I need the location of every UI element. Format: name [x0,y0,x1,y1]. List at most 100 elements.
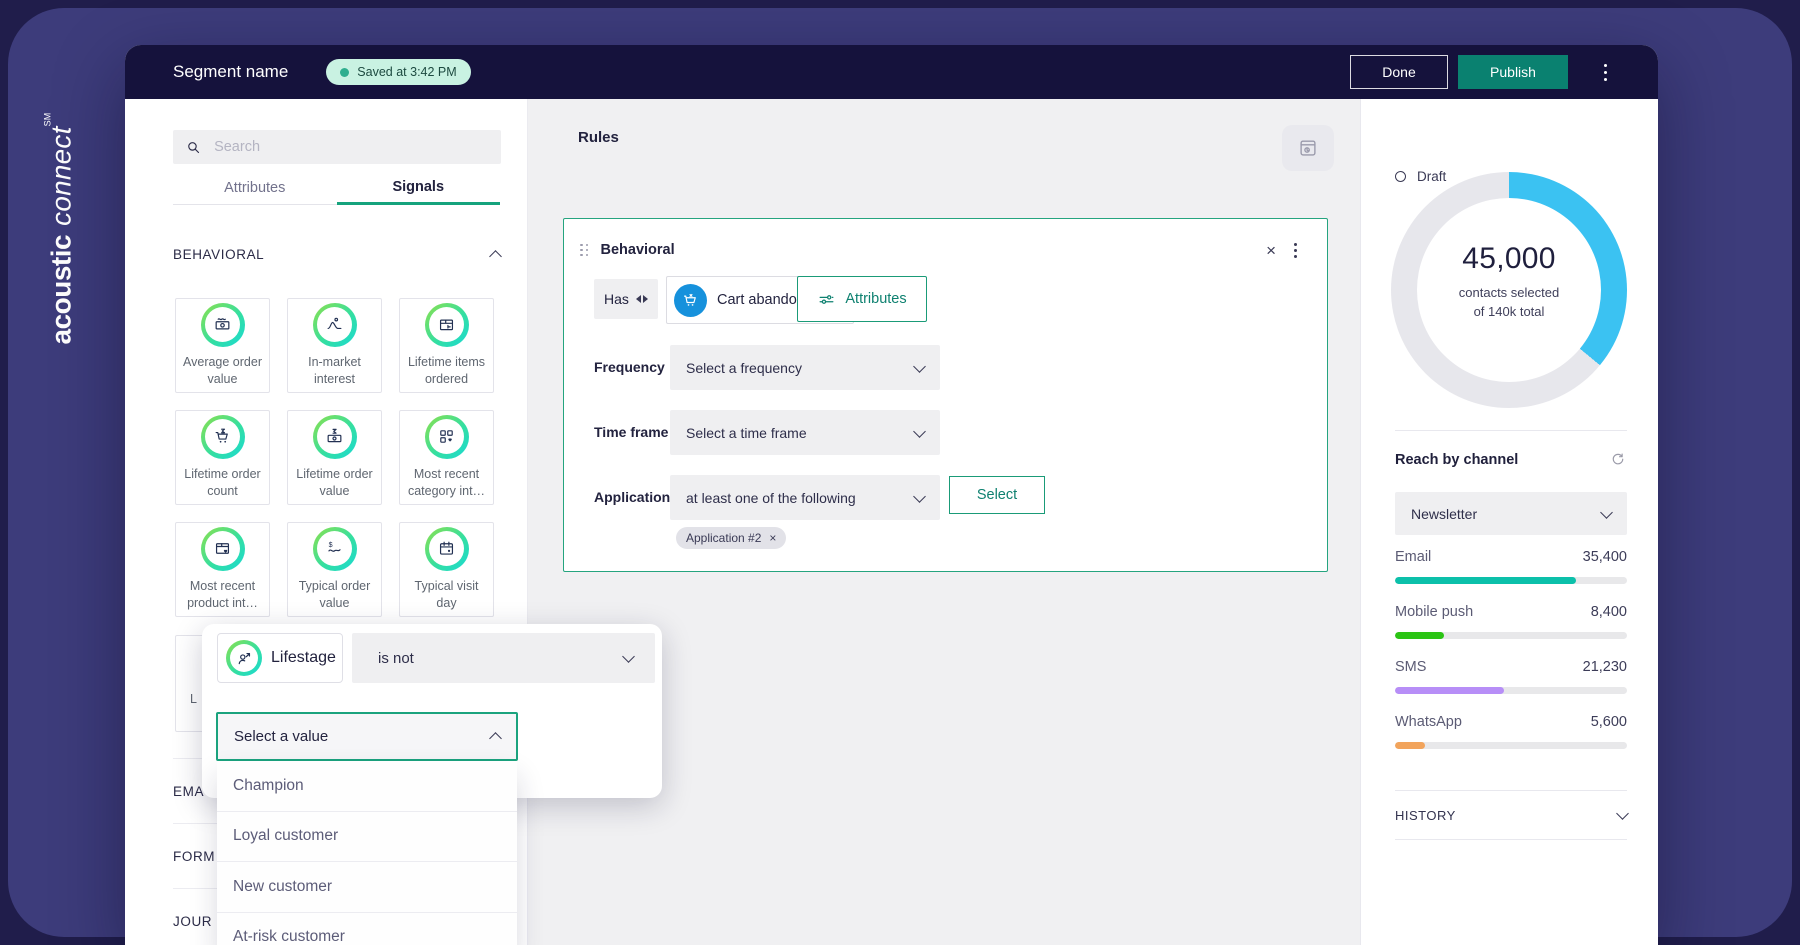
section-behavioral-header[interactable]: BEHAVIORAL [173,247,500,262]
attributes-button-label: Attributes [845,291,906,307]
channel-bar-fill [1395,687,1504,694]
tab-attributes[interactable]: Attributes [173,171,337,205]
signal-card[interactable]: In-market interest [287,298,382,393]
saved-badge-label: Saved at 3:42 PM [357,65,456,79]
saved-dot-icon [340,68,349,77]
operator-select-value: is not [378,650,414,667]
application-select-value: at least one of the following [686,490,856,506]
estimate-button[interactable] [1282,125,1334,171]
channel-value: 8,400 [1591,604,1627,620]
signal-card[interactable]: Most recent category int… [399,410,494,505]
signal-card-label: Most recent category int… [400,466,493,501]
operator-label: Has [604,291,629,307]
signal-card[interactable]: Average order value [175,298,270,393]
chevron-down-icon [913,425,926,438]
publish-button[interactable]: Publish [1458,55,1568,89]
section-behavioral-label: BEHAVIORAL [173,247,264,262]
application-chip-label: Application #2 [686,531,761,545]
estimate-icon [1297,137,1319,159]
saved-status-badge: Saved at 3:42 PM [326,59,470,85]
operator-toggle[interactable]: Has [594,279,658,319]
attribute-chip-label: Lifestage [271,649,336,667]
value-select-placeholder: Select a value [234,728,328,745]
channel-reach-list: Email35,400Mobile push8,400SMS21,230What… [1395,547,1627,767]
channel-label: Mobile push [1395,604,1473,620]
application-select-button[interactable]: Select [949,476,1045,514]
search-input[interactable] [212,138,489,156]
interest-curve-icon [313,303,357,347]
dropdown-option-new-customer[interactable]: New customer [217,861,517,912]
rules-canvas: Rules Behavioral × Has [527,99,1360,945]
operator-select[interactable]: is not [352,633,655,683]
signal-card-label: Lifetime order count [176,466,269,501]
refresh-icon[interactable] [1609,451,1627,469]
done-button[interactable]: Done [1350,55,1448,89]
signal-card-label: Typical order value [288,578,381,613]
cart-abandonment-icon [674,284,707,317]
contacts-caption-1: contacts selected [1391,284,1627,303]
page-background: acousticconnectSM Segment name Saved at … [0,0,1800,945]
app-window: Segment name Saved at 3:42 PM Done Publi… [125,45,1658,945]
tab-signals[interactable]: Signals [337,171,501,205]
draft-status-icon [1395,171,1406,182]
history-section-header[interactable]: HISTORY [1395,790,1627,840]
timeframe-select[interactable]: Select a time frame [670,410,940,455]
dropdown-option-loyal-customer[interactable]: Loyal customer [217,811,517,862]
dropdown-option-champion[interactable]: Champion [217,761,517,811]
contacts-donut-text: 45,000 contacts selected of 140k total [1391,242,1627,322]
signal-card[interactable]: Lifetime items ordered [399,298,494,393]
value-dropdown-menu: ChampionLoyal customerNew customerAt-ris… [217,761,517,945]
category-grid-icon [425,415,469,459]
brand-logo: acousticconnectSM [8,48,112,408]
channel-bar-track [1395,632,1627,639]
dropdown-option-at-risk-customer[interactable]: At-risk customer [217,912,517,945]
channel-bar-track [1395,577,1627,584]
channel-bar-track [1395,687,1627,694]
signal-card[interactable]: Lifetime order count [175,410,270,505]
attribute-editor-popup: Lifestage is not Select a value Champion… [202,624,662,798]
channel-label: WhatsApp [1395,714,1462,730]
dollar-wave-icon: $ [313,527,357,571]
channel-label: SMS [1395,659,1426,675]
frequency-label: Frequency [594,359,665,375]
app-header: Segment name Saved at 3:42 PM Done Publi… [125,45,1658,99]
signal-card-label: In-market interest [288,354,381,389]
brand-connect: connect [46,126,77,225]
contacts-caption-2: of 140k total [1391,303,1627,322]
search-bar[interactable] [173,130,501,164]
close-icon[interactable]: × [1266,242,1276,259]
channel-value: 35,400 [1583,549,1627,565]
divider [1395,430,1627,431]
remove-application-icon[interactable]: × [769,531,776,545]
attributes-button[interactable]: Attributes [797,276,927,322]
frequency-select-value: Select a frequency [686,360,802,376]
channel-row-mobile-push: Mobile push 8,400 [1395,602,1627,657]
frequency-select[interactable]: Select a frequency [670,345,940,390]
signal-card[interactable]: Lifetime order value [287,410,382,505]
package-icon [425,303,469,347]
signal-card-label: Lifetime order value [288,466,381,501]
audience-select[interactable]: Newsletter [1395,492,1627,535]
chevron-down-icon [1616,807,1629,820]
sliders-icon [817,290,836,309]
channel-bar-track [1395,742,1627,749]
chevron-down-icon [913,490,926,503]
signal-card[interactable]: $ Typical order value [287,522,382,617]
value-select[interactable]: Select a value [216,712,518,761]
lifestage-icon [226,640,262,676]
behavioral-rule-card: Behavioral × Has Cart abandonment [563,218,1328,572]
package-heart-icon [201,527,245,571]
application-select[interactable]: at least one of the following [670,475,940,520]
calendar-icon [425,527,469,571]
channel-bar-fill [1395,742,1425,749]
channel-label: Email [1395,549,1431,565]
header-overflow-menu-icon[interactable] [1592,55,1618,89]
rule-overflow-menu-icon[interactable] [1288,239,1303,261]
banknote-sum-icon [313,415,357,459]
signal-card[interactable]: Typical visit day [399,522,494,617]
drag-handle-icon[interactable] [580,244,589,257]
attribute-chip-lifestage[interactable]: Lifestage [217,633,343,683]
signal-card[interactable]: Most recent product int… [175,522,270,617]
sidebar-tabs: AttributesSignals [173,171,500,205]
contacts-count: 45,000 [1391,242,1627,276]
